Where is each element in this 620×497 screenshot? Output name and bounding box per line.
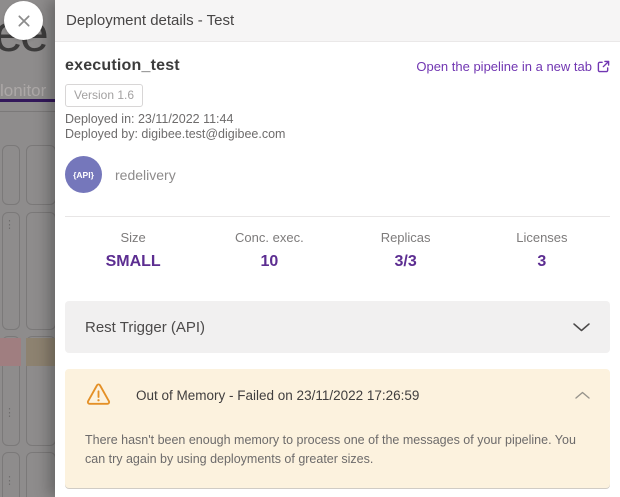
stat-replicas: Replicas 3/3 <box>338 230 474 271</box>
pipeline-name-row: execution_test Open the pipeline in a ne… <box>65 57 610 75</box>
stat-value: 10 <box>201 253 337 271</box>
kebab-menu-icon: ⋮ <box>4 220 15 231</box>
section-divider <box>65 216 610 217</box>
project-row: {API} redelivery <box>65 156 610 193</box>
stat-concurrent-executions: Conc. exec. 10 <box>201 230 337 271</box>
drawer-title: Deployment details - Test <box>66 12 234 29</box>
backdrop-divider <box>0 111 56 112</box>
alert-message: There hasn't been enough memory to proce… <box>85 431 590 469</box>
stats-row: Size SMALL Conc. exec. 10 Replicas 3/3 L… <box>65 230 610 271</box>
stat-label: Size <box>65 230 201 245</box>
rest-trigger-accordion-title: Rest Trigger (API) <box>85 319 205 336</box>
background-card <box>26 212 56 330</box>
stat-value: 3/3 <box>338 253 474 271</box>
background-card <box>26 145 56 205</box>
chevron-up-icon[interactable] <box>575 391 590 399</box>
out-of-memory-alert: Out of Memory - Failed on 23/11/2022 17:… <box>65 369 610 488</box>
stat-label: Licenses <box>474 230 610 245</box>
stat-label: Conc. exec. <box>201 230 337 245</box>
avatar: {API} <box>65 156 102 193</box>
version-badge: Version 1.6 <box>65 84 143 107</box>
background-card <box>2 145 20 205</box>
deployed-by-text: Deployed by: digibee.test@digibee.com <box>65 127 610 141</box>
alert-header[interactable]: Out of Memory - Failed on 23/11/2022 17:… <box>85 383 590 407</box>
alert-title: Out of Memory - Failed on 23/11/2022 17:… <box>136 388 419 403</box>
kebab-menu-icon: ⋮ <box>4 408 15 419</box>
stat-label: Replicas <box>338 230 474 245</box>
rest-trigger-accordion[interactable]: Rest Trigger (API) <box>65 301 610 353</box>
pipeline-name: execution_test <box>65 57 180 75</box>
stat-size: Size SMALL <box>65 230 201 271</box>
chevron-down-icon[interactable] <box>573 323 590 332</box>
stat-licenses: Licenses 3 <box>474 230 610 271</box>
kebab-menu-icon: ⋮ <box>4 476 15 487</box>
close-icon <box>17 14 31 28</box>
warning-triangle-icon <box>85 383 112 407</box>
screen: ee lonitor ⋮ ⋮ ⋮ Deployment details - Te… <box>0 0 620 497</box>
active-tab-underline <box>0 99 56 102</box>
open-pipeline-link[interactable]: Open the pipeline in a new tab <box>416 59 610 74</box>
external-link-icon <box>597 60 610 73</box>
background-card <box>26 452 56 497</box>
background-status-band <box>26 338 56 366</box>
deployed-in-text: Deployed in: 23/11/2022 11:44 <box>65 112 610 126</box>
close-drawer-button[interactable] <box>4 1 43 40</box>
monitor-nav-fragment: lonitor <box>0 81 46 101</box>
deploy-info: Deployed in: 23/11/2022 11:44 Deployed b… <box>65 112 610 141</box>
stat-value: 3 <box>474 253 610 271</box>
deployment-details-drawer: Deployment details - Test execution_test… <box>55 0 620 497</box>
drawer-body: execution_test Open the pipeline in a ne… <box>55 57 620 488</box>
background-status-band <box>0 338 21 366</box>
stat-value: SMALL <box>65 253 201 271</box>
project-name: redelivery <box>115 167 176 183</box>
open-pipeline-link-label: Open the pipeline in a new tab <box>416 59 592 74</box>
drawer-header: Deployment details - Test <box>55 0 620 42</box>
